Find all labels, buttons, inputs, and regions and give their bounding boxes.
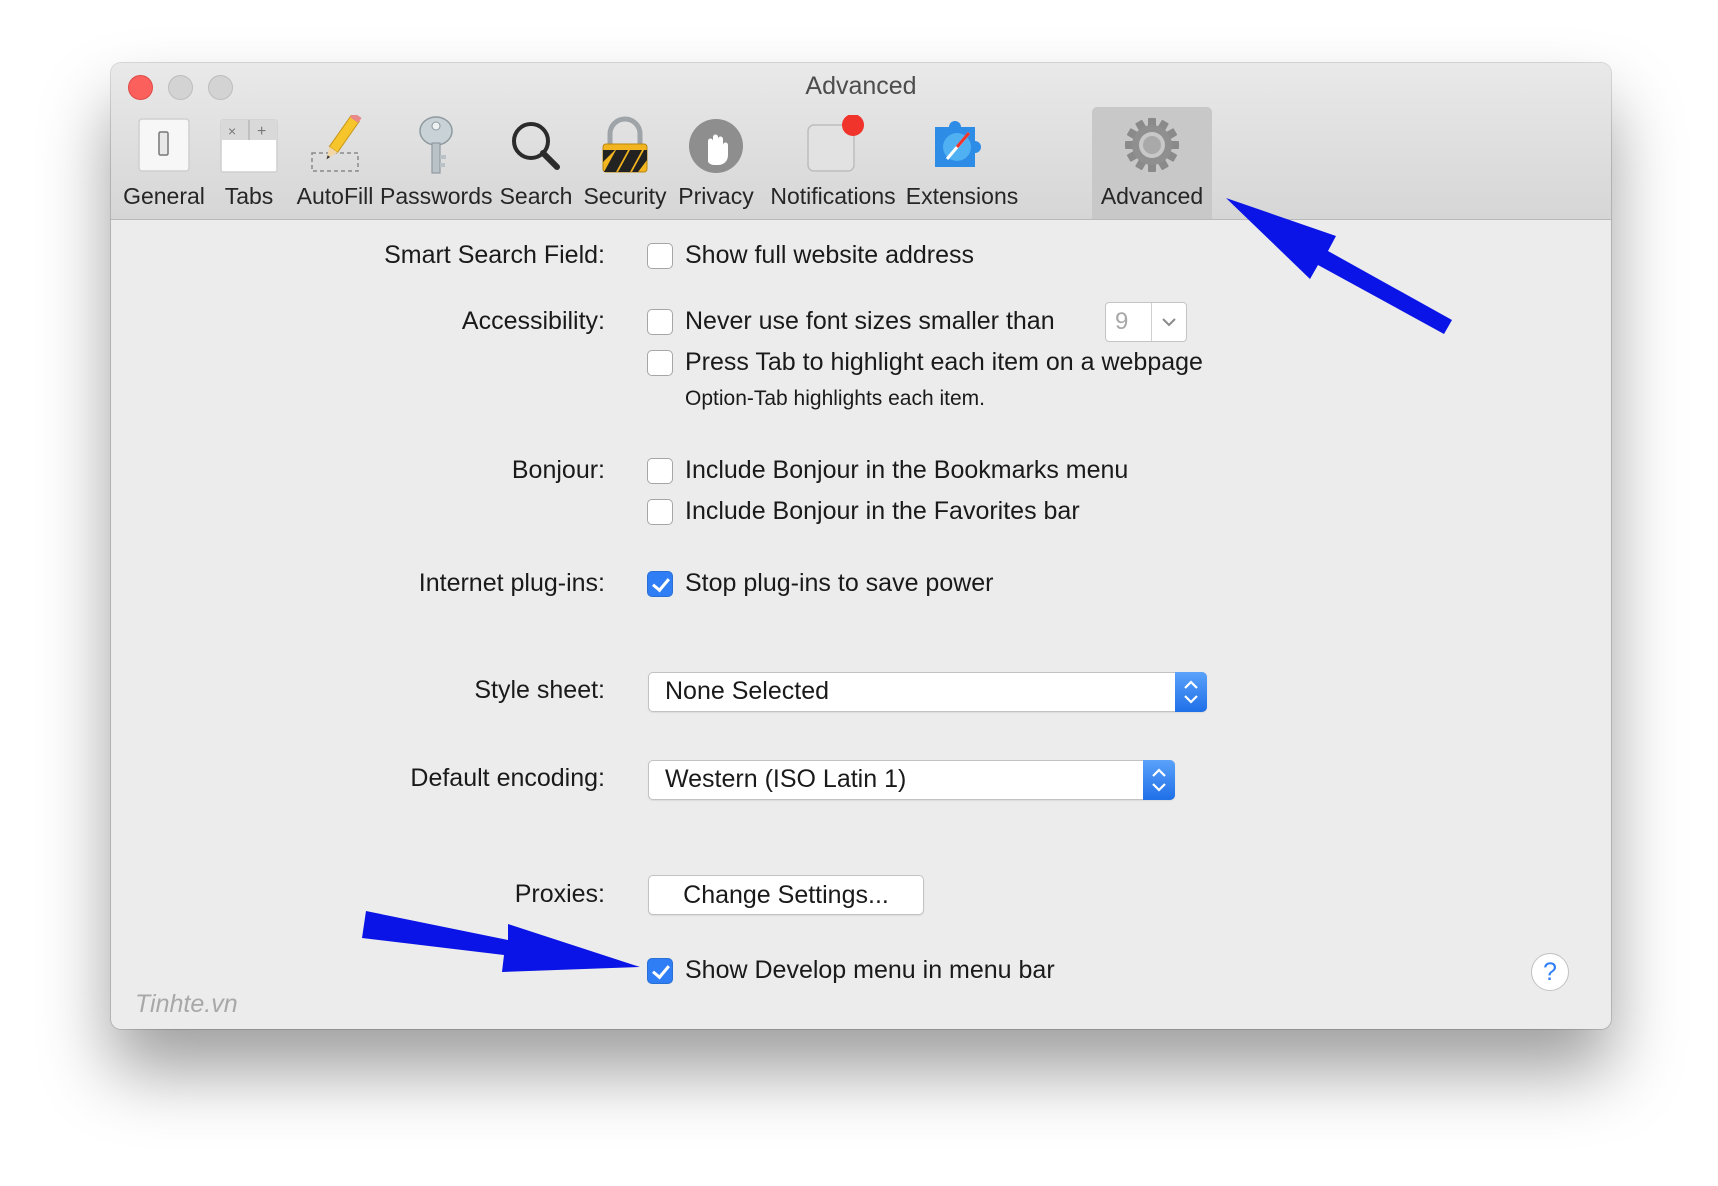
puzzle-compass-icon	[935, 121, 981, 167]
tab-highlight-note: Option-Tab highlights each item.	[685, 387, 985, 410]
tab-tabs[interactable]: × + Tabs	[208, 107, 290, 219]
tabs-icon: × +	[220, 119, 278, 173]
tab-privacy-label: Privacy	[678, 183, 754, 209]
gear-icon	[1125, 118, 1179, 172]
show-develop-menu-checkbox[interactable]	[647, 958, 673, 984]
chevron-down-icon[interactable]	[1151, 303, 1186, 341]
tab-autofill[interactable]: AutoFill	[290, 107, 380, 219]
bonjour-bookmarks-checkbox[interactable]	[647, 458, 673, 484]
bonjour-label: Bonjour:	[511, 456, 605, 484]
tab-passwords[interactable]: Passwords	[380, 107, 492, 219]
svg-text:×: ×	[228, 123, 236, 139]
stop-plugins-text: Stop plug-ins to save power	[685, 569, 994, 597]
style-sheet-label: Style sheet:	[474, 676, 605, 704]
tab-extensions-label: Extensions	[905, 183, 1019, 209]
bonjour-favorites-checkbox[interactable]	[647, 499, 673, 525]
tab-extensions[interactable]: Extensions	[904, 107, 1020, 219]
tab-privacy[interactable]: Privacy	[670, 107, 762, 219]
style-sheet-value: None Selected	[665, 677, 830, 705]
notification-badge-icon	[807, 115, 864, 172]
bonjour-bookmarks-text: Include Bonjour in the Bookmarks menu	[685, 456, 1129, 484]
tab-general[interactable]: General	[120, 107, 208, 219]
padlock-icon	[602, 116, 648, 173]
encoding-value: Western (ISO Latin 1)	[665, 765, 907, 793]
tab-autofill-label: AutoFill	[296, 183, 374, 209]
pencil-icon	[311, 115, 362, 172]
tab-search[interactable]: Search	[492, 107, 580, 219]
encoding-popup[interactable]: Western (ISO Latin 1)	[648, 760, 1175, 800]
tab-tabs-label: Tabs	[224, 183, 274, 209]
show-develop-menu-text: Show Develop menu in menu bar	[685, 956, 1055, 984]
min-font-size-combo[interactable]: 9	[1105, 302, 1187, 342]
window-title: Advanced	[805, 72, 917, 100]
preferences-window: Advanced General × + Tabs AutoFill Passw…	[111, 63, 1611, 1029]
hand-icon	[689, 119, 743, 173]
change-settings-button[interactable]: Change Settings...	[648, 875, 924, 915]
smart-search-label: Smart Search Field:	[384, 241, 605, 269]
min-font-size-checkbox[interactable]	[647, 309, 673, 335]
general-switch-icon	[138, 118, 190, 172]
updown-arrows-icon[interactable]	[1143, 760, 1175, 800]
magnifier-icon	[512, 122, 560, 170]
advanced-pane: Smart Search Field: Show full website ad…	[111, 220, 1611, 1029]
show-full-address-text: Show full website address	[685, 241, 975, 269]
tab-passwords-label: Passwords	[380, 183, 493, 209]
toolbar: Advanced General × + Tabs AutoFill Passw…	[111, 63, 1611, 220]
bonjour-favorites-text: Include Bonjour in the Favorites bar	[685, 497, 1080, 525]
min-font-size-text: Never use font sizes smaller than	[685, 307, 1055, 335]
help-button[interactable]: ?	[1531, 953, 1569, 991]
svg-text:+: +	[257, 123, 266, 140]
encoding-label: Default encoding:	[410, 764, 605, 792]
plugins-label: Internet plug-ins:	[418, 569, 605, 597]
key-icon	[419, 116, 453, 174]
tab-notifications-label: Notifications	[770, 183, 896, 209]
tab-highlight-text: Press Tab to highlight each item on a we…	[685, 348, 1203, 376]
updown-arrows-icon[interactable]	[1175, 672, 1207, 712]
stop-plugins-checkbox[interactable]	[647, 571, 673, 597]
min-font-size-value: 9	[1115, 308, 1129, 335]
tab-advanced[interactable]: Advanced	[1092, 107, 1212, 219]
tab-highlight-checkbox[interactable]	[647, 350, 673, 376]
tab-general-label: General	[123, 183, 205, 209]
tab-advanced-label: Advanced	[1100, 183, 1204, 209]
style-sheet-popup[interactable]: None Selected	[648, 672, 1207, 712]
tab-security-label: Security	[583, 183, 667, 209]
tab-search-label: Search	[499, 183, 573, 209]
show-full-address-checkbox[interactable]	[647, 243, 673, 269]
tab-security[interactable]: Security	[580, 107, 670, 219]
tab-notifications[interactable]: Notifications	[762, 107, 904, 219]
watermark: Tinhte.vn	[135, 990, 238, 1018]
proxies-label: Proxies:	[514, 880, 605, 908]
accessibility-label: Accessibility:	[461, 307, 605, 335]
